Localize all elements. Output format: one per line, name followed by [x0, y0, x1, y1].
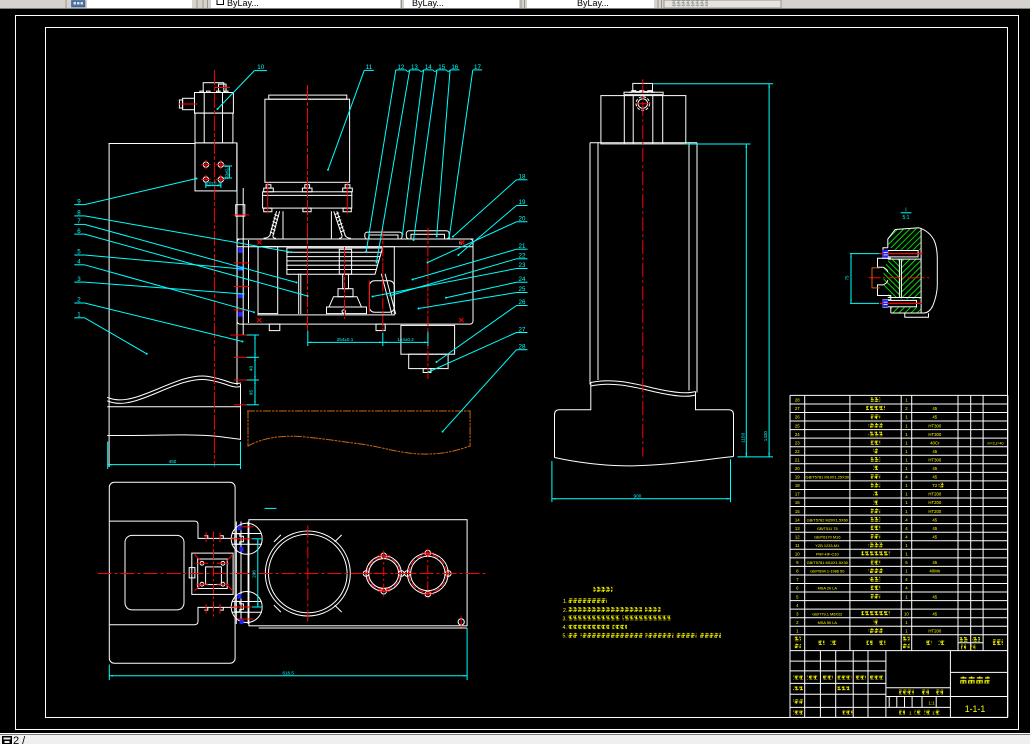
- svg-text:27: 27: [795, 406, 800, 411]
- svg-text:21: 21: [795, 457, 800, 462]
- svg-text:HT200: HT200: [928, 509, 942, 514]
- svg-text:HT300: HT300: [928, 423, 942, 428]
- svg-text:45: 45: [932, 415, 937, 420]
- svg-text:75: 75: [845, 275, 850, 280]
- svg-text:45: 45: [932, 475, 937, 480]
- svg-text:45: 45: [932, 526, 937, 531]
- svg-text:28: 28: [795, 398, 800, 403]
- svg-text:40: 40: [248, 366, 253, 372]
- svg-text:10: 10: [795, 552, 800, 557]
- svg-text:m=2,z=40: m=2,z=40: [988, 441, 1004, 445]
- svg-text:144±0.2: 144±0.2: [397, 337, 414, 342]
- svg-text:10: 10: [904, 611, 909, 616]
- svg-text:95: 95: [248, 390, 253, 396]
- svg-text:5:1: 5:1: [903, 215, 910, 221]
- svg-text:2.: 2.: [563, 608, 567, 614]
- svg-text:HT300: HT300: [928, 432, 942, 437]
- svg-text:22: 22: [795, 449, 800, 454]
- svg-text:GB/T5781 M10X1.25X30: GB/T5781 M10X1.25X30: [806, 475, 850, 480]
- svg-text:11: 11: [795, 543, 800, 548]
- svg-text:2 /: 2 /: [13, 735, 26, 744]
- svg-text:17: 17: [795, 492, 800, 497]
- svg-text:HT200: HT200: [928, 628, 942, 633]
- svg-text:1430: 1430: [763, 431, 768, 442]
- svg-text:ByLay...: ByLay...: [412, 0, 444, 8]
- svg-text:GB/T511 75: GB/T511 75: [817, 526, 838, 531]
- svg-text:26: 26: [795, 415, 800, 420]
- svg-text:45: 45: [932, 449, 937, 454]
- svg-text:5.: 5.: [563, 634, 567, 640]
- svg-text:45: 45: [932, 466, 937, 471]
- svg-text:GB/T894.1-1986 50: GB/T894.1-1986 50: [810, 569, 845, 574]
- svg-text:3.: 3.: [563, 616, 567, 622]
- svg-text:GB/T5781 M10X1.5X30: GB/T5781 M10X1.5X30: [807, 560, 849, 565]
- svg-text:1-1-1: 1-1-1: [965, 704, 986, 714]
- svg-text:I: I: [905, 208, 906, 214]
- svg-text:V: V: [870, 577, 873, 582]
- svg-text:1.: 1.: [563, 599, 567, 605]
- svg-text:19: 19: [795, 475, 800, 480]
- svg-text:40Mn: 40Mn: [929, 569, 940, 574]
- svg-text:1: 1: [932, 711, 935, 716]
- svg-text:14: 14: [795, 517, 800, 522]
- svg-text:45: 45: [932, 611, 937, 616]
- svg-text:618.5: 618.5: [282, 670, 294, 675]
- svg-text:23: 23: [795, 440, 800, 445]
- svg-text:MSA 50 LA: MSA 50 LA: [818, 620, 838, 625]
- svg-text:20±0.1: 20±0.1: [224, 165, 229, 179]
- svg-text:YZB 1233-M1: YZB 1233-M1: [815, 543, 839, 548]
- svg-text:GB/T5782 M20X1.5X60: GB/T5782 M20X1.5X60: [807, 517, 849, 522]
- svg-text:16: 16: [795, 500, 800, 505]
- svg-text:45: 45: [932, 517, 937, 522]
- svg-text:40Cr: 40Cr: [930, 440, 940, 445]
- svg-text:HT200: HT200: [928, 500, 942, 505]
- svg-text:12: 12: [795, 534, 800, 539]
- svg-text:13: 13: [795, 526, 800, 531]
- svg-text:ByLay...: ByLay...: [577, 0, 609, 8]
- svg-text:45: 45: [932, 594, 937, 599]
- svg-text:45: 45: [932, 406, 937, 411]
- svg-text:24: 24: [795, 432, 800, 437]
- svg-text:254±0.1: 254±0.1: [337, 337, 354, 342]
- svg-text:900: 900: [634, 493, 642, 498]
- svg-text:45: 45: [932, 560, 937, 565]
- svg-text:1: 1: [909, 711, 912, 716]
- svg-text:206: 206: [251, 570, 256, 578]
- svg-text:450: 450: [169, 459, 177, 464]
- svg-text:18: 18: [795, 483, 800, 488]
- svg-text:45: 45: [932, 534, 937, 539]
- svg-text:GB/T79.1 M6X22: GB/T79.1 M6X22: [812, 611, 842, 616]
- svg-text:1150: 1150: [740, 432, 745, 442]
- svg-text:GB/T6170 M16: GB/T6170 M16: [814, 534, 840, 539]
- svg-text:20±0.1: 20±0.1: [206, 181, 220, 186]
- svg-text:MSA 20 LA: MSA 20 LA: [818, 586, 838, 591]
- svg-text:20: 20: [795, 466, 800, 471]
- svg-text:T2: T2: [932, 483, 938, 488]
- svg-text:15: 15: [795, 509, 800, 514]
- svg-text:HT300: HT300: [928, 457, 942, 462]
- svg-text:25: 25: [795, 423, 800, 428]
- svg-text:PHF-HF-C10: PHF-HF-C10: [816, 552, 840, 557]
- svg-text:1:1: 1:1: [929, 700, 936, 705]
- svg-text:4.: 4.: [563, 625, 567, 631]
- svg-text:ByLay...: ByLay...: [227, 0, 259, 8]
- svg-text:HT200: HT200: [928, 492, 942, 497]
